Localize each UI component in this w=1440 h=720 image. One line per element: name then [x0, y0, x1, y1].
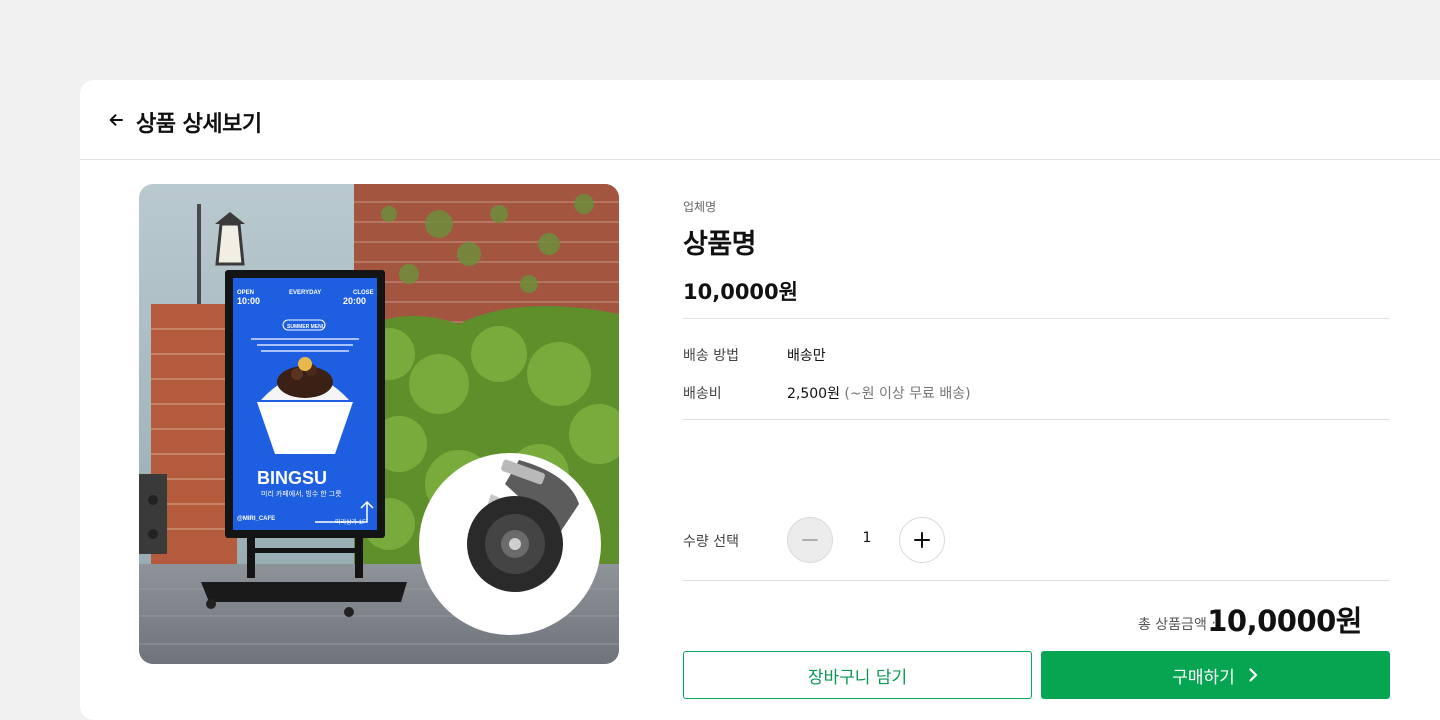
quantity-increase-button[interactable] [899, 517, 945, 563]
delivery-fee: 2,500원 (~원 이상 무료 배송) [787, 383, 971, 403]
plus-icon [914, 532, 930, 548]
arrow-left-icon [109, 114, 123, 126]
delivery-method-label: 배송 방법 [683, 348, 739, 364]
product-name: 상품명 [683, 229, 757, 260]
page-title: 상품 상세보기 [136, 112, 262, 137]
poster-subline: 미리 카페에서, 빙수 한 그릇 [261, 489, 342, 498]
poster-badge: SUMMER MENU [287, 324, 326, 330]
poster-handle: @MIRI_CAFE [237, 516, 275, 522]
delivery-method-value: 배송만 [787, 348, 826, 364]
product-price: 10,0000원 [683, 280, 798, 304]
page-header: 상품 상세보기 [80, 80, 1440, 160]
minus-icon [802, 539, 818, 541]
divider [683, 580, 1390, 581]
poster-everyday: EVERYDAY [289, 290, 321, 296]
poster-open-time: 10:00 [237, 296, 260, 306]
total-price: 10,0000원 [1207, 604, 1362, 638]
vendor-name: 업체명 [683, 200, 717, 214]
delivery-fee-label: 배송비 [683, 386, 722, 402]
delivery-fee-note: (~원 이상 무료 배송) [844, 386, 971, 402]
divider [683, 318, 1390, 319]
total-label: 총 상품금액 : [1137, 617, 1216, 633]
buy-now-label: 구매하기 [1172, 667, 1235, 688]
add-to-cart-label: 장바구니 담기 [807, 667, 908, 688]
back-button[interactable] [106, 110, 126, 130]
quantity-label: 수량 선택 [683, 534, 739, 550]
delivery-fee-value: 2,500원 [787, 386, 840, 402]
product-image: OPEN 10:00 EVERYDAY CLOSE 20:00 SUMMER M… [139, 184, 619, 664]
add-to-cart-button[interactable]: 장바구니 담기 [683, 651, 1032, 699]
poster-close-time: 20:00 [343, 296, 366, 306]
product-detail-card: 상품 상세보기 OPEN 10:00 EVERYDAY CLOSE 20:00 … [80, 80, 1440, 720]
quantity-decrease-button[interactable] [787, 517, 833, 563]
divider [683, 419, 1390, 420]
buy-now-button[interactable]: 구매하기 [1041, 651, 1390, 699]
quantity-value: 1 [862, 530, 872, 546]
poster-headline: BINGSU [257, 468, 327, 488]
